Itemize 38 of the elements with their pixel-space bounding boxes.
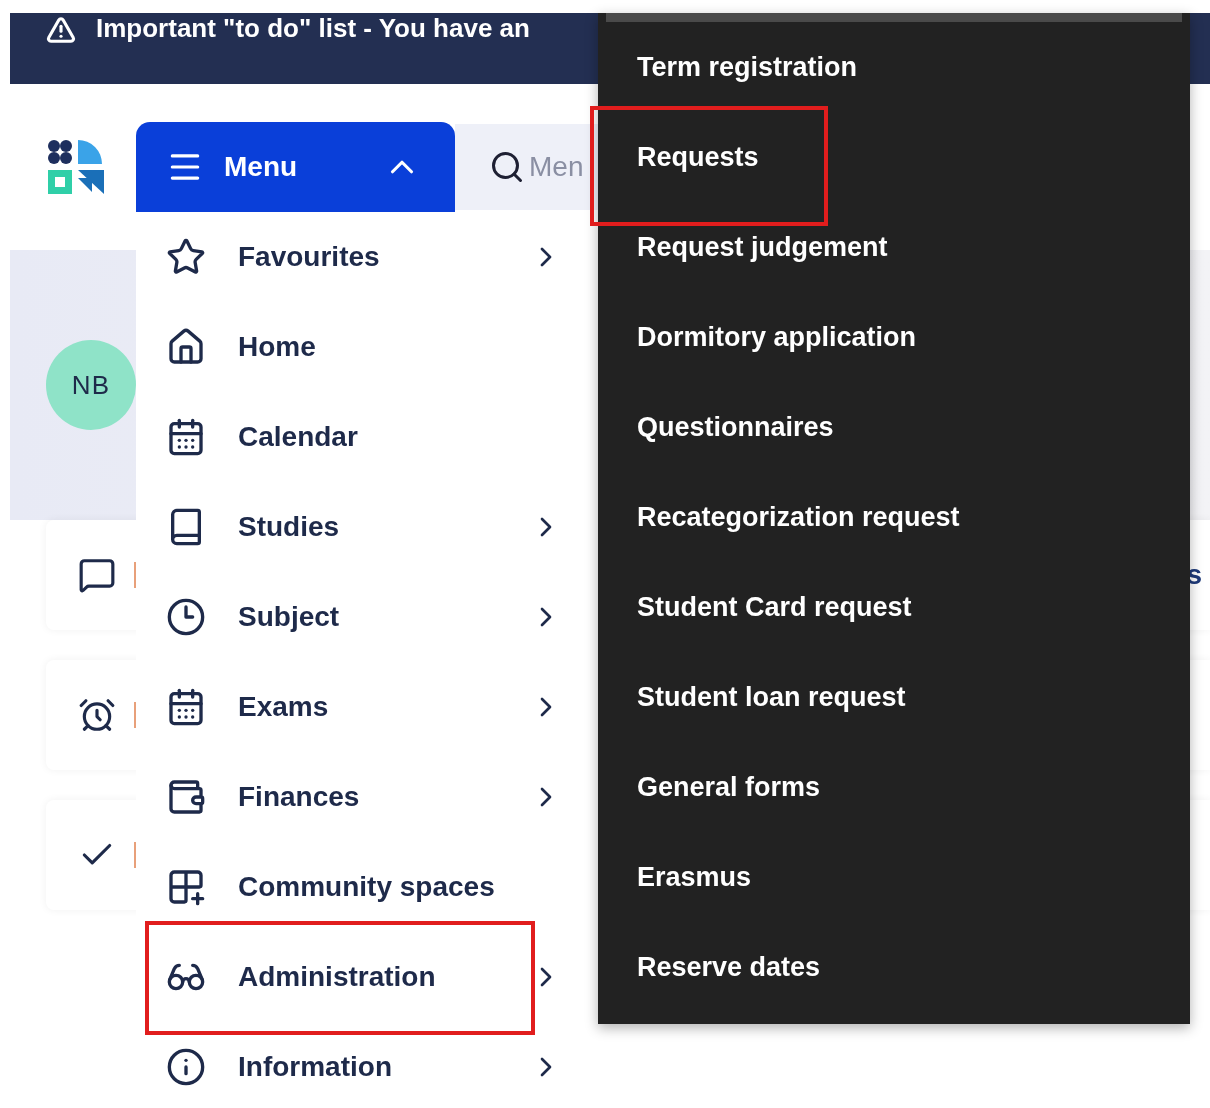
- submenu-item[interactable]: Student Card request: [598, 562, 1190, 652]
- submenu-item[interactable]: Term registration: [598, 22, 1190, 112]
- grid-plus-icon: [166, 867, 206, 907]
- submenu-item[interactable]: Questionnaires: [598, 382, 1190, 472]
- home-icon: [166, 327, 206, 367]
- submenu-item[interactable]: Requests: [598, 112, 1190, 202]
- submenu-item[interactable]: Erasmus: [598, 832, 1190, 922]
- submenu-item[interactable]: Recategorization request: [598, 472, 1190, 562]
- submenu-item[interactable]: General forms: [598, 742, 1190, 832]
- star-icon: [166, 237, 206, 277]
- banner-text: Important "to do" list - You have an: [96, 13, 530, 43]
- menu-button[interactable]: Menu: [136, 122, 455, 212]
- logo-icon: [46, 138, 106, 196]
- search-field[interactable]: Men: [455, 124, 598, 210]
- submenu-item[interactable]: Request judgement: [598, 202, 1190, 292]
- wallet-icon: [166, 777, 206, 817]
- menu-item[interactable]: Exams: [136, 662, 598, 752]
- menu-item[interactable]: Finances: [136, 752, 598, 842]
- search-icon: [489, 149, 525, 185]
- alarm-clock-icon: [78, 696, 116, 734]
- speech-bubble-icon: [78, 556, 116, 594]
- menu-item[interactable]: Favourites: [136, 212, 598, 302]
- submenu-item[interactable]: Dormitory application: [598, 292, 1190, 382]
- submenu-item[interactable]: Reserve dates: [598, 922, 1190, 1012]
- menu-item[interactable]: Subject: [136, 572, 598, 662]
- clock-icon: [166, 597, 206, 637]
- submenu-item[interactable]: Student loan request: [598, 652, 1190, 742]
- calendar-icon: [166, 687, 206, 727]
- calendar-icon: [166, 417, 206, 457]
- warning-icon: [46, 15, 76, 45]
- menu-item[interactable]: Information: [136, 1022, 598, 1108]
- menu-item[interactable]: Home: [136, 302, 598, 392]
- menu-item[interactable]: Studies: [136, 482, 598, 572]
- menu-item[interactable]: Community spaces: [136, 842, 598, 932]
- menu-item[interactable]: Calendar: [136, 392, 598, 482]
- avatar: NB: [46, 340, 136, 430]
- info-icon: [166, 1047, 206, 1087]
- menu-item[interactable]: Administration: [136, 932, 598, 1022]
